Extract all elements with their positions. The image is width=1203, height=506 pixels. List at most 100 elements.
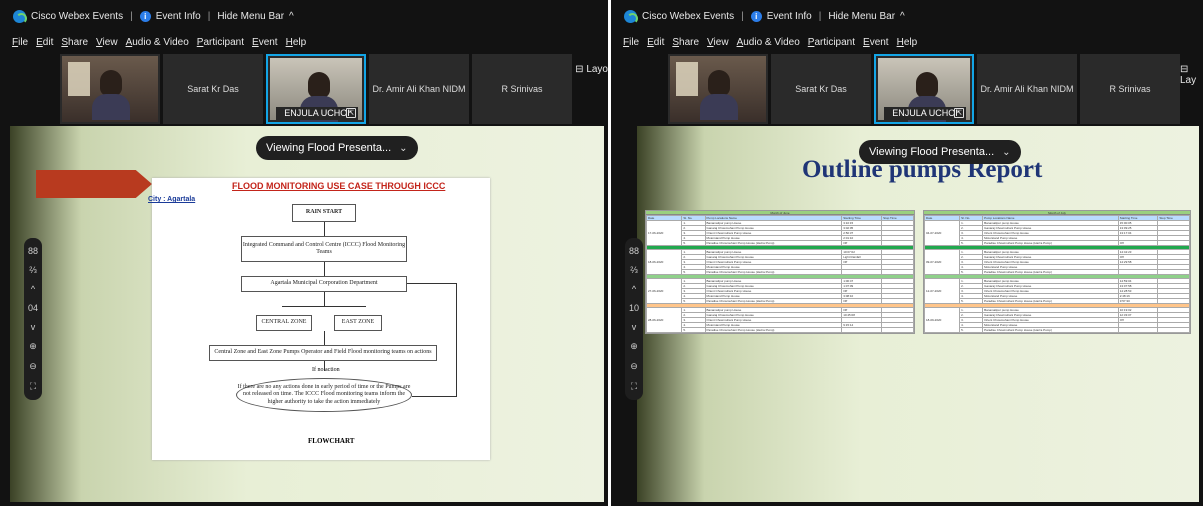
title-bar: Cisco Webex Events | i Event Info | Hide… bbox=[611, 0, 1203, 32]
chevron-up-icon[interactable]: ^ bbox=[289, 11, 294, 22]
annotate-icon[interactable]: ⅔ bbox=[29, 265, 37, 275]
next-page-icon[interactable]: v bbox=[632, 322, 637, 332]
fit-screen-icon[interactable]: ⛶ bbox=[30, 381, 36, 392]
menu-edit[interactable]: Edit bbox=[36, 37, 53, 48]
participant-video bbox=[92, 70, 130, 120]
report-date: 27-06-2020 bbox=[645, 278, 683, 304]
zoom-out-icon[interactable]: ⊖ bbox=[630, 361, 638, 372]
participant-name: Sarat Kr Das bbox=[795, 84, 847, 94]
slide-accent-tab bbox=[36, 170, 152, 198]
participant-video bbox=[300, 72, 338, 122]
event-info-button[interactable]: Event Info bbox=[767, 11, 812, 22]
menu-help[interactable]: Help bbox=[286, 37, 307, 48]
menu-audio-video[interactable]: Audio & Video bbox=[126, 37, 189, 48]
participant-video bbox=[700, 70, 738, 120]
layout-button[interactable]: ⊟ Layo bbox=[575, 64, 608, 75]
menu-share[interactable]: Share bbox=[61, 37, 88, 48]
report-date: 18-06-2020 bbox=[645, 249, 683, 275]
hide-menu-bar-button[interactable]: Hide Menu Bar bbox=[828, 11, 895, 22]
flowchart-title: FLOOD MONITORING USE CASE THROUGH ICCC bbox=[232, 181, 446, 191]
participant-tile-srinivas[interactable]: R Srinivas bbox=[472, 54, 572, 124]
menu-audio-video[interactable]: Audio & Video bbox=[737, 37, 800, 48]
escalation-box: If there are no any actions done in earl… bbox=[236, 378, 412, 412]
amc-box: Agartala Municipal Corporation Departmen… bbox=[241, 276, 407, 292]
app-title: Cisco Webex Events bbox=[642, 10, 735, 22]
participant-tile-amir[interactable]: Dr. Amir Ali Khan NIDM bbox=[977, 54, 1077, 124]
if-no-action-label: If no action bbox=[312, 367, 340, 373]
central-zone-box: CENTRAL ZONE bbox=[256, 315, 312, 331]
layout-icon: ⊟ bbox=[575, 64, 584, 75]
participant-name: Sarat Kr Das bbox=[187, 84, 239, 94]
chevron-down-icon: ⌄ bbox=[1002, 146, 1011, 158]
participant-strip: Sarat Kr Das ENJULA UCHOI ⇱ Dr. Amir Ali… bbox=[60, 54, 572, 124]
menu-bar: File Edit Share View Audio & Video Parti… bbox=[611, 33, 1203, 51]
zoom-in-icon[interactable]: ⊕ bbox=[630, 341, 638, 352]
event-info-button[interactable]: Event Info bbox=[156, 11, 201, 22]
zoom-out-icon[interactable]: ⊖ bbox=[29, 361, 37, 372]
report-date: 17-06-2020 bbox=[645, 220, 683, 246]
webex-window-left: Cisco Webex Events | i Event Info | Hide… bbox=[0, 0, 608, 506]
participant-name: R Srinivas bbox=[1109, 84, 1151, 94]
shared-content-area: Viewing Flood Presenta... ⌄ Outline pump… bbox=[637, 126, 1199, 502]
menu-bar: File Edit Share View Audio & Video Parti… bbox=[0, 33, 608, 51]
east-zone-box: EAST ZONE bbox=[334, 315, 382, 331]
title-bar: Cisco Webex Events | i Event Info | Hide… bbox=[0, 0, 608, 32]
participant-tile-sarat[interactable]: Sarat Kr Das bbox=[771, 54, 871, 124]
thumbnails-icon[interactable]: 88 bbox=[28, 246, 38, 256]
previous-page-icon[interactable]: ^ bbox=[31, 284, 35, 294]
participant-tile-srinivas[interactable]: R Srinivas bbox=[1080, 54, 1180, 124]
participant-name: ENJULA UCHOI bbox=[892, 108, 958, 118]
menu-event[interactable]: Event bbox=[863, 37, 889, 48]
page-number: 04 bbox=[27, 303, 38, 313]
layout-button[interactable]: ⊟ Lay bbox=[1180, 64, 1203, 86]
report-date: 09-07-2020 bbox=[923, 249, 961, 275]
webex-logo-icon bbox=[624, 9, 638, 24]
info-icon[interactable]: i bbox=[139, 10, 151, 22]
next-page-icon[interactable]: v bbox=[31, 322, 36, 332]
presentation-controls: 88 ⅔ ^ 10 v ⊕ ⊖ ⛶ bbox=[625, 238, 643, 400]
participant-name: Dr. Amir Ali Khan NIDM bbox=[372, 84, 466, 94]
menu-view[interactable]: View bbox=[707, 37, 729, 48]
report-date: 18-09-2020 bbox=[923, 307, 961, 333]
previous-page-icon[interactable]: ^ bbox=[632, 284, 636, 294]
report-date: 28-06-2020 bbox=[645, 307, 683, 333]
participant-tile-amir[interactable]: Dr. Amir Ali Khan NIDM bbox=[369, 54, 469, 124]
shared-content-area: Viewing Flood Presenta... ⌄ 88 ⅔ ^ 04 v … bbox=[10, 126, 604, 502]
city-label: City : Agartala bbox=[148, 196, 196, 203]
chevron-up-icon[interactable]: ^ bbox=[900, 11, 905, 22]
fit-screen-icon[interactable]: ⛶ bbox=[631, 381, 637, 392]
menu-share[interactable]: Share bbox=[672, 37, 699, 48]
participant-tile-active-speaker[interactable]: ENJULA UCHOI ⇱ bbox=[874, 54, 974, 124]
menu-edit[interactable]: Edit bbox=[647, 37, 664, 48]
participant-tile-video[interactable] bbox=[668, 54, 768, 124]
menu-participant[interactable]: Participant bbox=[808, 37, 855, 48]
viewing-presentation-button[interactable]: Viewing Flood Presenta... ⌄ bbox=[256, 136, 418, 160]
menu-file[interactable]: File bbox=[12, 37, 28, 48]
report-date: 12-07-2020 bbox=[923, 278, 961, 304]
rain-start-box: RAIN START bbox=[292, 204, 356, 222]
participant-tile-video[interactable] bbox=[60, 54, 160, 124]
webex-window-right: Cisco Webex Events | i Event Info | Hide… bbox=[611, 0, 1203, 506]
flowchart-footer: FLOWCHART bbox=[308, 437, 355, 445]
menu-event[interactable]: Event bbox=[252, 37, 278, 48]
participant-video bbox=[908, 72, 946, 122]
viewing-presentation-button[interactable]: Viewing Flood Presenta... ⌄ bbox=[859, 140, 1021, 164]
share-icon[interactable]: ⇱ bbox=[954, 108, 964, 118]
thumbnails-icon[interactable]: 88 bbox=[629, 246, 639, 256]
info-icon[interactable]: i bbox=[750, 10, 762, 22]
operators-box: Central Zone and East Zone Pumps Operato… bbox=[209, 345, 437, 361]
hide-menu-bar-button[interactable]: Hide Menu Bar bbox=[217, 11, 284, 22]
menu-participant[interactable]: Participant bbox=[197, 37, 244, 48]
participant-tile-active-speaker[interactable]: ENJULA UCHOI ⇱ bbox=[266, 54, 366, 124]
app-title: Cisco Webex Events bbox=[31, 10, 124, 22]
zoom-in-icon[interactable]: ⊕ bbox=[29, 341, 37, 352]
annotate-icon[interactable]: ⅔ bbox=[630, 265, 638, 275]
page-number: 10 bbox=[628, 303, 639, 313]
pump-report-table-left: Month of June Date Sl. No. Pump Location… bbox=[645, 210, 915, 334]
menu-view[interactable]: View bbox=[96, 37, 118, 48]
menu-help[interactable]: Help bbox=[897, 37, 918, 48]
participant-name: R Srinivas bbox=[501, 84, 543, 94]
share-icon[interactable]: ⇱ bbox=[346, 108, 356, 118]
participant-tile-sarat[interactable]: Sarat Kr Das bbox=[163, 54, 263, 124]
menu-file[interactable]: File bbox=[623, 37, 639, 48]
